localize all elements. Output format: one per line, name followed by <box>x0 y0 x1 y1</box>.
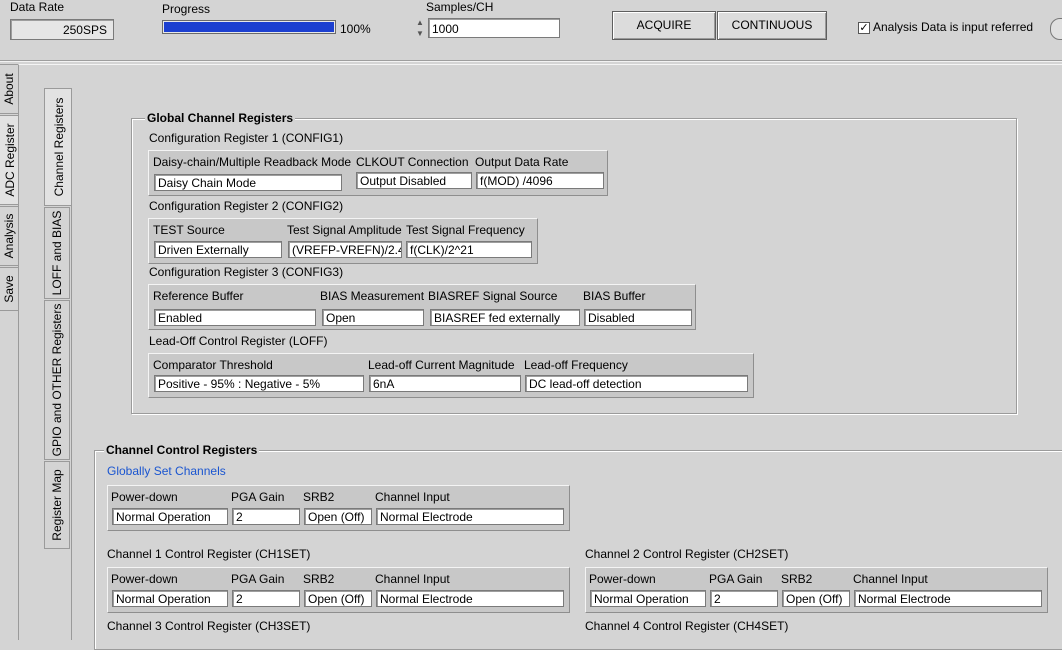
ch4-title: Channel 4 Control Register (CH4SET) <box>585 619 789 633</box>
ch2-input-select[interactable]: Normal Electrode <box>854 590 1042 607</box>
ch1-input-select[interactable]: Normal Electrode <box>376 590 564 607</box>
biasbuf-label: BIAS Buffer <box>583 289 646 303</box>
biasref-label: BIASREF Signal Source <box>428 289 558 303</box>
daisy-select[interactable]: Daisy Chain Mode <box>154 174 342 191</box>
test-source-label: TEST Source <box>153 223 225 237</box>
progress-percent: 100% <box>340 22 371 36</box>
biasmeas-label: BIAS Measurement <box>320 289 425 303</box>
global-registers-title: Global Channel Registers <box>145 111 296 125</box>
odr-label: Output Data Rate <box>475 155 569 169</box>
tab-gpio-other-registers[interactable]: GPIO and OTHER Registers <box>44 300 70 460</box>
odr-select[interactable]: f(MOD) /4096 <box>476 172 604 189</box>
ch2-power-select[interactable]: Normal Operation <box>590 590 706 607</box>
global-srb2-label: SRB2 <box>303 490 335 504</box>
loff-freq-select[interactable]: DC lead-off detection <box>525 375 748 392</box>
daisy-label: Daisy-chain/Multiple Readback Mode <box>153 155 352 169</box>
data-rate-indicator: 250SPS <box>10 19 114 40</box>
spin-up-icon[interactable]: ▲ <box>414 17 426 28</box>
loff-current-label: Lead-off Current Magnitude <box>368 358 515 372</box>
samples-input[interactable]: 1000 <box>428 18 560 38</box>
amp-select[interactable]: (VREFP-VREFN)/2.4 <box>288 241 402 258</box>
refbuf-select[interactable]: Enabled <box>154 309 316 326</box>
ch2-gain-label: PGA Gain <box>709 572 763 586</box>
tab-loff-and-bias[interactable]: LOFF and BIAS <box>44 207 70 299</box>
continuous-button[interactable]: CONTINUOUS <box>717 11 827 40</box>
tab-channel-registers[interactable]: Channel Registers <box>44 88 72 206</box>
channel-control-title: Channel Control Registers <box>104 443 260 457</box>
analysis-checkbox-label: Analysis Data is input referred <box>873 20 1034 34</box>
loff-freq-label: Lead-off Frequency <box>524 358 628 372</box>
amp-label: Test Signal Amplitude <box>287 223 402 237</box>
test-freq-select[interactable]: f(CLK)/2^21 <box>406 241 532 258</box>
ch2-input-label: Channel Input <box>853 572 928 586</box>
global-input-label: Channel Input <box>375 490 450 504</box>
global-power-label: Power-down <box>111 490 178 504</box>
comp-threshold-label: Comparator Threshold <box>153 358 273 372</box>
ch2-title: Channel 2 Control Register (CH2SET) <box>585 547 789 561</box>
loff-title: Lead-Off Control Register (LOFF) <box>149 334 328 348</box>
ch1-power-label: Power-down <box>111 572 178 586</box>
tab-register-map[interactable]: Register Map <box>44 461 70 549</box>
clkout-label: CLKOUT Connection <box>356 155 469 169</box>
ch1-gain-select[interactable]: 2 <box>232 590 300 607</box>
samples-spinner[interactable]: ▲ ▼ <box>414 17 426 39</box>
progress-fill <box>164 22 334 32</box>
global-srb2-select[interactable]: Open (Off) <box>304 508 372 525</box>
analysis-checkbox[interactable]: ✓ <box>858 22 870 34</box>
global-input-select[interactable]: Normal Electrode <box>376 508 564 525</box>
global-power-select[interactable]: Normal Operation <box>112 508 228 525</box>
biasmeas-select[interactable]: Open <box>322 309 424 326</box>
global-gain-label: PGA Gain <box>231 490 285 504</box>
progress-label: Progress <box>162 2 211 16</box>
clkout-select[interactable]: Output Disabled <box>356 172 472 189</box>
config3-title: Configuration Register 3 (CONFIG3) <box>149 265 344 279</box>
check-mark-icon: ✓ <box>859 22 869 34</box>
ch2-srb2-select[interactable]: Open (Off) <box>782 590 850 607</box>
test-source-select[interactable]: Driven Externally <box>154 241 282 258</box>
biasbuf-select[interactable]: Disabled <box>584 309 692 326</box>
global-gain-select[interactable]: 2 <box>232 508 300 525</box>
progress-bar <box>162 20 336 34</box>
ch2-gain-select[interactable]: 2 <box>710 590 778 607</box>
biasref-select[interactable]: BIASREF fed externally <box>430 309 580 326</box>
globally-set-channels-link[interactable]: Globally Set Channels <box>107 464 226 478</box>
config2-title: Configuration Register 2 (CONFIG2) <box>149 199 344 213</box>
loff-current-select[interactable]: 6nA <box>369 375 521 392</box>
led-indicator <box>1050 18 1062 40</box>
top-divider-hl <box>0 61 1062 62</box>
ch1-srb2-label: SRB2 <box>303 572 335 586</box>
refbuf-label: Reference Buffer <box>153 289 244 303</box>
spin-down-icon[interactable]: ▼ <box>414 28 426 39</box>
ch1-gain-label: PGA Gain <box>231 572 285 586</box>
ch1-power-select[interactable]: Normal Operation <box>112 590 228 607</box>
ch1-title: Channel 1 Control Register (CH1SET) <box>107 547 311 561</box>
ch2-power-label: Power-down <box>589 572 656 586</box>
ch2-srb2-label: SRB2 <box>781 572 813 586</box>
comp-threshold-select[interactable]: Positive - 95% : Negative - 5% <box>154 375 364 392</box>
acquire-button[interactable]: ACQUIRE <box>612 11 716 40</box>
data-rate-label: Data Rate <box>10 0 65 14</box>
config1-title: Configuration Register 1 (CONFIG1) <box>149 131 344 145</box>
test-freq-label: Test Signal Frequency <box>406 223 525 237</box>
ch3-title: Channel 3 Control Register (CH3SET) <box>107 619 311 633</box>
ch1-srb2-select[interactable]: Open (Off) <box>304 590 372 607</box>
samples-label: Samples/CH <box>426 0 494 14</box>
ch1-input-label: Channel Input <box>375 572 450 586</box>
